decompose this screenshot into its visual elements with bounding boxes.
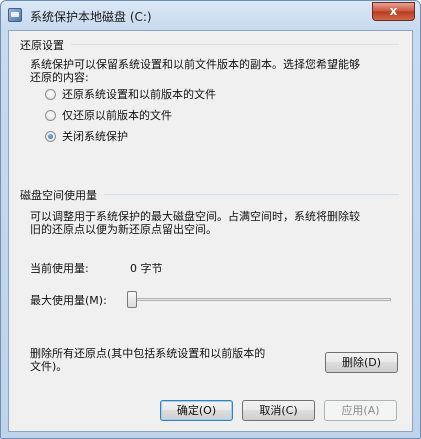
close-button[interactable]: x [372, 2, 415, 21]
disk-usage-description: 可以调整用于系统保护的最大磁盘空间。占满空间时，系统将删除较 旧的还原点以便为新… [30, 210, 360, 236]
radio-button-selected[interactable] [45, 130, 56, 142]
delete-description-line2: 文件)。 [30, 360, 68, 373]
drive-icon [8, 8, 22, 22]
current-usage-label: 当前使用量: [30, 262, 89, 275]
radio-button[interactable] [45, 88, 56, 100]
ok-button[interactable]: 确定(O) [160, 400, 233, 421]
title-bar[interactable]: 系统保护本地磁盘 (C:) x [1, 1, 420, 31]
radio-restore-files-only[interactable]: 仅还原以前版本的文件 [45, 107, 172, 123]
disk-description-line1: 可以调整用于系统保护的最大磁盘空间。占满空间时，系统将删除较 [30, 210, 360, 223]
delete-description-line1: 删除所有还原点(其中包括系统设置和以前版本的 [30, 347, 266, 360]
dialog-client-area: 还原设置 系统保护可以保留系统设置和以前文件版本的副本。选择您希望能够 还原的内… [8, 30, 413, 432]
radio-turn-off-protection[interactable]: 关闭系统保护 [45, 128, 128, 144]
delete-description: 删除所有还原点(其中包括系统设置和以前版本的 文件)。 [30, 347, 265, 373]
restore-settings-title: 还原设置 [20, 37, 68, 53]
restore-settings-description: 系统保护可以保留系统设置和以前文件版本的副本。选择您希望能够 还原的内容: [30, 58, 360, 84]
settings-panel: 还原设置 系统保护可以保留系统设置和以前文件版本的副本。选择您希望能够 还原的内… [9, 31, 412, 431]
window-title: 系统保护本地磁盘 (C:) [30, 10, 152, 24]
system-protection-dialog: 系统保护本地磁盘 (C:) x 还原设置 系统保护可以保留系统设置和以前文件版本… [0, 0, 421, 439]
current-usage-value: 0 字节 [130, 262, 163, 275]
delete-restore-points-button[interactable]: 删除(D) [325, 352, 398, 373]
cancel-button[interactable]: 取消(C) [242, 400, 315, 421]
radio-label: 还原系统设置和以前版本的文件 [62, 88, 216, 101]
disk-usage-divider [104, 194, 399, 195]
restore-description-line1: 系统保护可以保留系统设置和以前文件版本的副本。选择您希望能够 [30, 58, 360, 71]
max-usage-slider-track[interactable] [127, 298, 391, 301]
restore-description-line2: 还原的内容: [30, 71, 89, 84]
apply-button: 应用(A) [324, 400, 397, 421]
disk-usage-title: 磁盘空间使用量 [20, 187, 101, 203]
radio-label: 关闭系统保护 [62, 130, 128, 143]
radio-label: 仅还原以前版本的文件 [62, 109, 172, 122]
close-icon: x [389, 4, 398, 18]
disk-description-line2: 旧的还原点以便为新还原点留出空间。 [30, 223, 217, 236]
max-usage-slider-thumb[interactable] [127, 291, 137, 308]
max-usage-label: 最大使用量(M): [30, 294, 107, 307]
radio-restore-settings-and-files[interactable]: 还原系统设置和以前版本的文件 [45, 86, 216, 102]
restore-settings-divider [71, 44, 399, 45]
radio-button[interactable] [45, 109, 56, 121]
